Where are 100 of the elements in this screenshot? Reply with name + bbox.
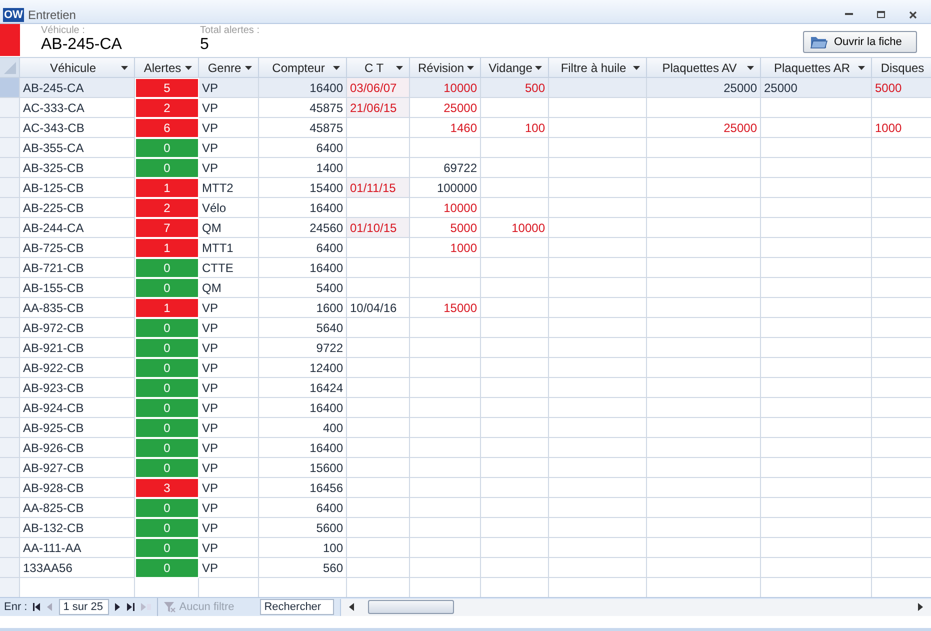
alert-count: 0 bbox=[136, 419, 198, 437]
column-header[interactable]: Genre bbox=[199, 58, 259, 78]
table-cell: 69722 bbox=[410, 158, 481, 178]
alert-count: 0 bbox=[136, 519, 198, 537]
table-cell: 10000 bbox=[410, 198, 481, 218]
row-selector[interactable] bbox=[0, 398, 20, 418]
empty-cell bbox=[481, 98, 549, 118]
table-cell: MTT2 bbox=[199, 178, 259, 198]
row-selector[interactable] bbox=[0, 438, 20, 458]
scroll-right-icon[interactable] bbox=[918, 603, 923, 611]
table-cell: 5000 bbox=[410, 218, 481, 238]
table-cell: 16400 bbox=[259, 198, 347, 218]
empty-cell bbox=[347, 478, 410, 498]
empty-cell bbox=[347, 358, 410, 378]
row-selector[interactable] bbox=[0, 478, 20, 498]
table-cell: AB-926-CB bbox=[20, 438, 135, 458]
empty-cell bbox=[347, 258, 410, 278]
empty-cell bbox=[410, 138, 481, 158]
row-selector[interactable] bbox=[0, 138, 20, 158]
new-record-icon[interactable] bbox=[141, 603, 152, 611]
table-cell: 5600 bbox=[259, 518, 347, 538]
column-header[interactable]: Alertes bbox=[135, 58, 199, 78]
row-selector[interactable] bbox=[0, 98, 20, 118]
row-selector[interactable] bbox=[0, 238, 20, 258]
close-icon[interactable] bbox=[909, 10, 917, 18]
scroll-thumb[interactable] bbox=[368, 600, 454, 614]
search-field[interactable]: Rechercher bbox=[260, 599, 334, 615]
row-selector[interactable] bbox=[0, 358, 20, 378]
row-selector[interactable] bbox=[0, 158, 20, 178]
row-selector[interactable] bbox=[0, 498, 20, 518]
table-cell: VP bbox=[199, 438, 259, 458]
select-all-corner[interactable] bbox=[0, 58, 20, 78]
table-cell: 560 bbox=[259, 558, 347, 578]
minimize-icon[interactable] bbox=[845, 13, 853, 16]
row-selector[interactable] bbox=[0, 298, 20, 318]
alert-count: 0 bbox=[136, 539, 198, 557]
window-title: Entretien bbox=[28, 8, 76, 22]
empty-cell bbox=[347, 538, 410, 558]
empty-cell bbox=[347, 378, 410, 398]
row-selector[interactable] bbox=[0, 258, 20, 278]
table-cell: AB-928-CB bbox=[20, 478, 135, 498]
table-cell: VP bbox=[199, 98, 259, 118]
table-cell: VP bbox=[199, 498, 259, 518]
column-header[interactable]: Disques bbox=[872, 58, 931, 78]
row-selector[interactable] bbox=[0, 178, 20, 198]
empty-cell bbox=[410, 358, 481, 378]
column-header[interactable]: C T bbox=[347, 58, 410, 78]
column-header[interactable]: Véhicule bbox=[20, 58, 135, 78]
empty-cell bbox=[347, 398, 410, 418]
maximize-icon[interactable] bbox=[877, 11, 885, 18]
row-selector[interactable] bbox=[0, 558, 20, 578]
row-selector[interactable] bbox=[0, 338, 20, 358]
empty-cell bbox=[481, 258, 549, 278]
alert-count: 0 bbox=[136, 359, 198, 377]
row-selector[interactable] bbox=[0, 518, 20, 538]
dropdown-caret-icon bbox=[185, 66, 192, 70]
table-cell: 400 bbox=[259, 418, 347, 438]
column-header[interactable]: Révision bbox=[410, 58, 481, 78]
first-record-icon[interactable] bbox=[33, 603, 42, 611]
column-header[interactable]: Plaquettes AV bbox=[647, 58, 761, 78]
row-selector[interactable] bbox=[0, 418, 20, 438]
row-selector[interactable] bbox=[0, 578, 20, 597]
column-header[interactable]: Filtre à huile bbox=[549, 58, 647, 78]
row-selector[interactable] bbox=[0, 218, 20, 238]
table-cell: VP bbox=[199, 138, 259, 158]
table-cell: 16456 bbox=[259, 478, 347, 498]
alert-count: 0 bbox=[136, 139, 198, 157]
column-header[interactable]: Compteur bbox=[259, 58, 347, 78]
row-selector[interactable] bbox=[0, 78, 20, 98]
table-cell: VP bbox=[199, 318, 259, 338]
column-header[interactable]: Plaquettes AR bbox=[761, 58, 872, 78]
empty-cell bbox=[410, 458, 481, 478]
last-record-icon[interactable] bbox=[127, 603, 136, 611]
table-cell: MTT1 bbox=[199, 238, 259, 258]
open-record-button[interactable]: Ouvrir la fiche bbox=[803, 31, 917, 53]
horizontal-scrollbar[interactable] bbox=[340, 598, 931, 616]
table-cell: VP bbox=[199, 118, 259, 138]
table-cell: AA-835-CB bbox=[20, 298, 135, 318]
row-selector[interactable] bbox=[0, 198, 20, 218]
row-selector[interactable] bbox=[0, 378, 20, 398]
table-cell: 12400 bbox=[259, 358, 347, 378]
row-selector[interactable] bbox=[0, 538, 20, 558]
table-cell: VP bbox=[199, 518, 259, 538]
empty-cell bbox=[481, 398, 549, 418]
row-selector[interactable] bbox=[0, 118, 20, 138]
previous-record-icon[interactable] bbox=[47, 603, 54, 611]
record-position-field[interactable]: 1 sur 25 bbox=[59, 599, 110, 615]
table-cell: 16400 bbox=[259, 438, 347, 458]
row-selector[interactable] bbox=[0, 278, 20, 298]
empty-cell bbox=[410, 538, 481, 558]
table-cell: VP bbox=[199, 478, 259, 498]
table-cell: 5640 bbox=[259, 318, 347, 338]
column-header[interactable]: Vidange bbox=[481, 58, 549, 78]
row-selector[interactable] bbox=[0, 458, 20, 478]
scroll-left-icon[interactable] bbox=[349, 603, 354, 611]
row-selector[interactable] bbox=[0, 318, 20, 338]
empty-cell bbox=[481, 178, 549, 198]
next-record-icon[interactable] bbox=[115, 603, 122, 611]
empty-cell bbox=[481, 438, 549, 458]
empty-cell bbox=[347, 318, 410, 338]
